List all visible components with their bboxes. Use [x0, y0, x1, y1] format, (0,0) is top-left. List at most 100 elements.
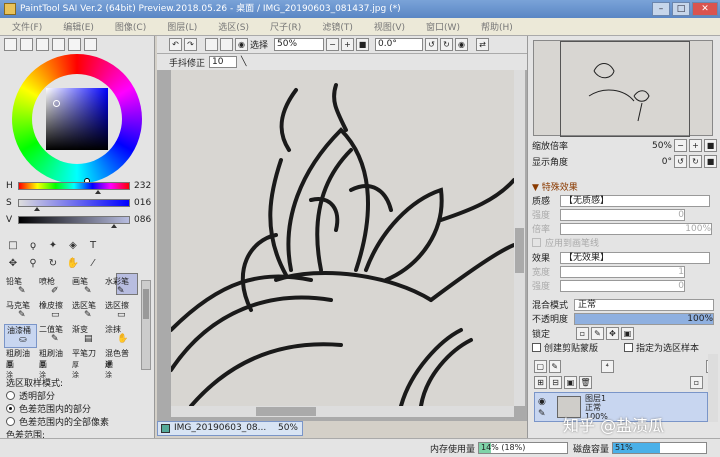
- swatch-tab-icon[interactable]: [84, 38, 97, 51]
- canvas-hscroll[interactable]: [171, 406, 514, 417]
- rotate-left-button[interactable]: ↺: [425, 38, 439, 51]
- text-tool-icon[interactable]: T: [86, 239, 100, 253]
- stabilizer-select[interactable]: 10: [209, 56, 238, 68]
- brush-bucket[interactable]: 油漆桶 ⛀: [4, 324, 37, 348]
- maximize-button[interactable]: □: [672, 2, 690, 16]
- rotate-reset-button[interactable]: ◉: [455, 38, 469, 51]
- flip-icon[interactable]: ⇄: [476, 38, 490, 51]
- nav-zoom-out[interactable]: −: [674, 139, 687, 152]
- zoom-icon[interactable]: ⚲: [26, 257, 40, 271]
- redo-icon[interactable]: ↷: [184, 38, 197, 51]
- layer-visibility-icon[interactable]: ◉: [538, 397, 546, 407]
- brush-scrollbar[interactable]: [141, 280, 151, 370]
- brush-smudge[interactable]: 涂抹 ✋: [103, 324, 136, 348]
- option-color-range[interactable]: 色差范围内的部分: [6, 402, 146, 415]
- magic-wand-icon[interactable]: ✦: [46, 239, 60, 253]
- brush-watercolor[interactable]: 水彩笔 ✎: [103, 276, 136, 300]
- lock-transparency-icon[interactable]: ▫: [576, 327, 589, 340]
- canvas-vscroll[interactable]: [514, 70, 525, 406]
- effect-strength[interactable]: 0: [560, 279, 685, 292]
- color-wheel[interactable]: [12, 54, 142, 184]
- brush-pencil[interactable]: 铅笔 ✎: [4, 276, 37, 300]
- drawing-canvas[interactable]: [171, 70, 514, 406]
- clip-mask-checkbox[interactable]: [532, 343, 541, 352]
- display-angle-value[interactable]: 0°: [592, 157, 672, 167]
- menu-layer[interactable]: 图层(L): [167, 20, 197, 33]
- brush-eraser[interactable]: 橡皮擦 ▭: [37, 300, 70, 324]
- zoom-out-button[interactable]: −: [326, 38, 340, 51]
- eyedropper-icon[interactable]: ⁄: [86, 257, 100, 271]
- opacity-slider[interactable]: 100%: [574, 312, 714, 325]
- special-effects-header[interactable]: ▼ 特殊效果: [532, 180, 578, 193]
- rotate-icon[interactable]: ↻: [46, 257, 60, 271]
- minimize-button[interactable]: –: [652, 2, 670, 16]
- new-folder-icon[interactable]: ⁴: [601, 360, 614, 373]
- brush-airbrush[interactable]: 喷枪 ✐: [37, 276, 70, 300]
- lasso-icon[interactable]: ϙ: [26, 239, 40, 253]
- menu-window[interactable]: 窗口(W): [426, 20, 460, 33]
- rotate-right-button[interactable]: ↻: [440, 38, 454, 51]
- option-color-range-all[interactable]: 色差范围内的全部像素: [6, 415, 146, 428]
- menu-file[interactable]: 文件(F): [12, 20, 42, 33]
- new-linework-layer-icon[interactable]: ✎: [548, 360, 561, 373]
- clear-layer-icon[interactable]: ▣: [564, 376, 577, 389]
- saturation-value-square[interactable]: [46, 88, 108, 150]
- rect-select-icon[interactable]: □: [6, 239, 20, 253]
- menu-filter[interactable]: 滤镜(T): [322, 20, 353, 33]
- hsv-slider-tab-icon[interactable]: [36, 38, 49, 51]
- texture-scale[interactable]: 100%: [560, 222, 712, 235]
- effect-select[interactable]: 【无效果】: [560, 251, 710, 264]
- hue-slider[interactable]: H 232: [6, 181, 151, 194]
- delete-layer-icon[interactable]: 🗑: [579, 376, 592, 389]
- value-slider[interactable]: V 086: [6, 215, 151, 228]
- zoom-reset-button[interactable]: ■: [356, 38, 370, 51]
- effect-width[interactable]: 1: [560, 265, 685, 278]
- stroke-icon[interactable]: ╲: [241, 57, 246, 67]
- menu-edit[interactable]: 编辑(E): [63, 20, 94, 33]
- brush-flat-knife[interactable]: 平笔刀 厚涂: [70, 348, 103, 379]
- brush-marker[interactable]: 马克笔 ✎: [4, 300, 37, 324]
- document-tab[interactable]: IMG_20190603_08... 50%: [157, 421, 303, 436]
- brush-oil-1[interactable]: 粗刷油画 厚涂: [4, 348, 37, 379]
- copy-layer-icon[interactable]: ⊞: [534, 376, 547, 389]
- menu-image[interactable]: 图像(C): [115, 20, 146, 33]
- bucket-icon[interactable]: ◈: [66, 239, 80, 253]
- rgb-slider-tab-icon[interactable]: [20, 38, 33, 51]
- scratchpad-tab-icon[interactable]: [68, 38, 81, 51]
- angle-select[interactable]: 0.0°: [375, 38, 424, 51]
- menu-selection[interactable]: 选区(S): [218, 20, 249, 33]
- texture-select[interactable]: 【无质感】: [560, 194, 710, 207]
- layer-option-icon[interactable]: ▫: [690, 376, 703, 389]
- brush-select-pen[interactable]: 选区笔 ✎: [70, 300, 103, 324]
- brush-brush[interactable]: 画笔 ✎: [70, 276, 103, 300]
- color-wheel-tab-icon[interactable]: [4, 38, 17, 51]
- palette-tab-icon[interactable]: [52, 38, 65, 51]
- lock-paint-icon[interactable]: ✎: [591, 327, 604, 340]
- brush-oil-2[interactable]: 粗刷油画 厚涂: [37, 348, 70, 379]
- blend-mode-select[interactable]: 正常: [574, 298, 714, 311]
- deselect-icon[interactable]: [205, 38, 218, 51]
- zoom-rate-value[interactable]: 50%: [592, 141, 672, 151]
- apply-brush-checkbox[interactable]: [532, 238, 541, 247]
- nav-rotate-left[interactable]: ↺: [674, 155, 687, 168]
- zoom-in-button[interactable]: +: [341, 38, 355, 51]
- selection-source-checkbox[interactable]: [624, 343, 633, 352]
- menu-help[interactable]: 帮助(H): [481, 20, 513, 33]
- layer-scrollbar[interactable]: [708, 354, 718, 422]
- lock-all-icon[interactable]: ▣: [621, 327, 634, 340]
- option-transparent[interactable]: 透明部分: [6, 389, 146, 402]
- eye-icon[interactable]: ◉: [235, 38, 248, 51]
- zoom-select[interactable]: 50%: [274, 38, 325, 51]
- navigator-preview[interactable]: [533, 40, 713, 137]
- invert-selection-icon[interactable]: [220, 38, 233, 51]
- menu-ruler[interactable]: 尺子(R): [270, 20, 301, 33]
- nav-rotate-right[interactable]: ↻: [689, 155, 702, 168]
- brush-gradient[interactable]: 渐变 ▤: [70, 324, 103, 348]
- brush-blend[interactable]: 混色普通 厚涂: [103, 348, 136, 379]
- layer-edit-icon[interactable]: ✎: [538, 409, 546, 419]
- move-icon[interactable]: ✥: [6, 257, 20, 271]
- brush-binary[interactable]: 二值笔 ✎: [37, 324, 70, 348]
- nav-zoom-in[interactable]: +: [689, 139, 702, 152]
- merge-down-icon[interactable]: ⊟: [549, 376, 562, 389]
- new-layer-icon[interactable]: ▢: [534, 360, 547, 373]
